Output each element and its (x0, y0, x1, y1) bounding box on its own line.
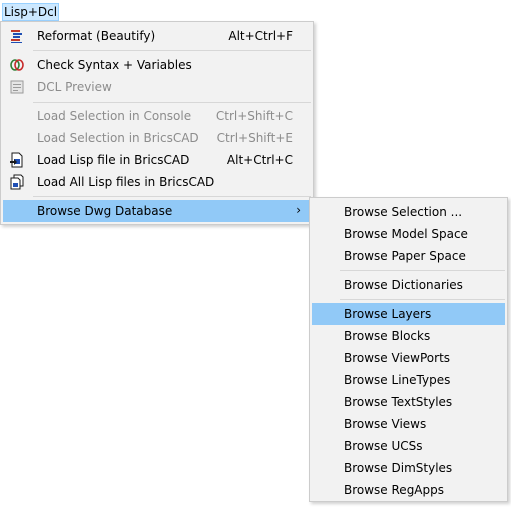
menu-item-load-selection-console[interactable]: Load Selection in Console Ctrl+Shift+C (3, 105, 311, 127)
menu-separator (340, 299, 505, 300)
menu-item-shortcut: Alt+Ctrl+F (228, 29, 293, 43)
menu-item-label: Browse Dwg Database (37, 204, 173, 218)
menu-item-label: DCL Preview (37, 80, 112, 94)
submenu-item-browse-dictionaries[interactable]: Browse Dictionaries (312, 274, 505, 296)
submenu-item-browse-linetypes[interactable]: Browse LineTypes (312, 369, 505, 391)
menu-item-label: Browse Blocks (344, 329, 431, 343)
menu-separator (33, 196, 311, 197)
browse-dwg-database-submenu: Browse Selection ... Browse Model Space … (309, 197, 508, 502)
menu-item-load-all-lisp[interactable]: Load All Lisp files in BricsCAD (3, 171, 311, 193)
submenu-item-browse-textstyles[interactable]: Browse TextStyles (312, 391, 505, 413)
submenu-item-browse-views[interactable]: Browse Views (312, 413, 505, 435)
menu-item-label: Browse LineTypes (344, 373, 451, 387)
submenu-item-browse-selection[interactable]: Browse Selection ... (312, 201, 505, 223)
submenu-item-browse-dimstyles[interactable]: Browse DimStyles (312, 457, 505, 479)
menu-item-label: Load Selection in Console (37, 109, 192, 123)
menu-item-dcl-preview[interactable]: DCL Preview (3, 76, 311, 98)
menu-item-label: Reformat (Beautify) (37, 29, 156, 43)
menubar-lisp-dcl[interactable]: Lisp+Dcl (2, 3, 59, 21)
menu-item-check-syntax[interactable]: Check Syntax + Variables (3, 54, 311, 76)
lisp-dcl-menu: Reformat (Beautify) Alt+Ctrl+F Check Syn… (0, 21, 314, 225)
menu-item-label: Load Selection in BricsCAD (37, 131, 199, 145)
menu-item-label: Browse UCSs (344, 439, 423, 453)
menu-item-label: Browse Views (344, 417, 427, 431)
menu-item-shortcut: Ctrl+Shift+E (216, 131, 293, 145)
dcl-preview-icon (9, 79, 25, 95)
menu-item-label: Browse Paper Space (344, 249, 466, 263)
menu-item-label: Check Syntax + Variables (37, 58, 192, 72)
check-syntax-icon (9, 57, 25, 73)
submenu-item-browse-paper-space[interactable]: Browse Paper Space (312, 245, 505, 267)
menu-separator (340, 270, 505, 271)
menu-item-label: Browse DimStyles (344, 461, 453, 475)
menu-item-shortcut: Alt+Ctrl+C (226, 153, 293, 167)
menu-item-label: Browse Layers (344, 307, 432, 321)
menu-item-label: Browse TextStyles (344, 395, 453, 409)
menu-item-label: Load Lisp file in BricsCAD (37, 153, 190, 167)
menu-item-label: Browse ViewPorts (344, 351, 451, 365)
menu-item-label: Browse Model Space (344, 227, 468, 241)
menu-item-shortcut: Ctrl+Shift+C (215, 109, 293, 123)
menu-separator (33, 50, 311, 51)
submenu-arrow-icon: › (296, 203, 301, 217)
menu-item-reformat[interactable]: Reformat (Beautify) Alt+Ctrl+F (3, 25, 311, 47)
submenu-item-browse-blocks[interactable]: Browse Blocks (312, 325, 505, 347)
menu-item-load-selection-bricscad[interactable]: Load Selection in BricsCAD Ctrl+Shift+E (3, 127, 311, 149)
menu-item-browse-dwg-database[interactable]: Browse Dwg Database › (3, 200, 311, 222)
submenu-item-browse-layers[interactable]: Browse Layers (312, 303, 505, 325)
menu-item-label: Browse Dictionaries (344, 278, 463, 292)
submenu-item-browse-viewports[interactable]: Browse ViewPorts (312, 347, 505, 369)
load-lisp-icon (9, 152, 25, 168)
menu-item-label: Browse Selection ... (344, 205, 463, 219)
menu-item-label: Browse RegApps (344, 483, 445, 497)
menu-separator (33, 102, 311, 103)
submenu-item-browse-ucss[interactable]: Browse UCSs (312, 435, 505, 457)
load-all-lisp-icon (9, 174, 25, 190)
submenu-item-browse-model-space[interactable]: Browse Model Space (312, 223, 505, 245)
menu-item-load-lisp-file[interactable]: Load Lisp file in BricsCAD Alt+Ctrl+C (3, 149, 311, 171)
submenu-item-browse-regapps[interactable]: Browse RegApps (312, 479, 505, 501)
menu-item-label: Load All Lisp files in BricsCAD (37, 175, 215, 189)
reformat-icon (9, 28, 25, 44)
